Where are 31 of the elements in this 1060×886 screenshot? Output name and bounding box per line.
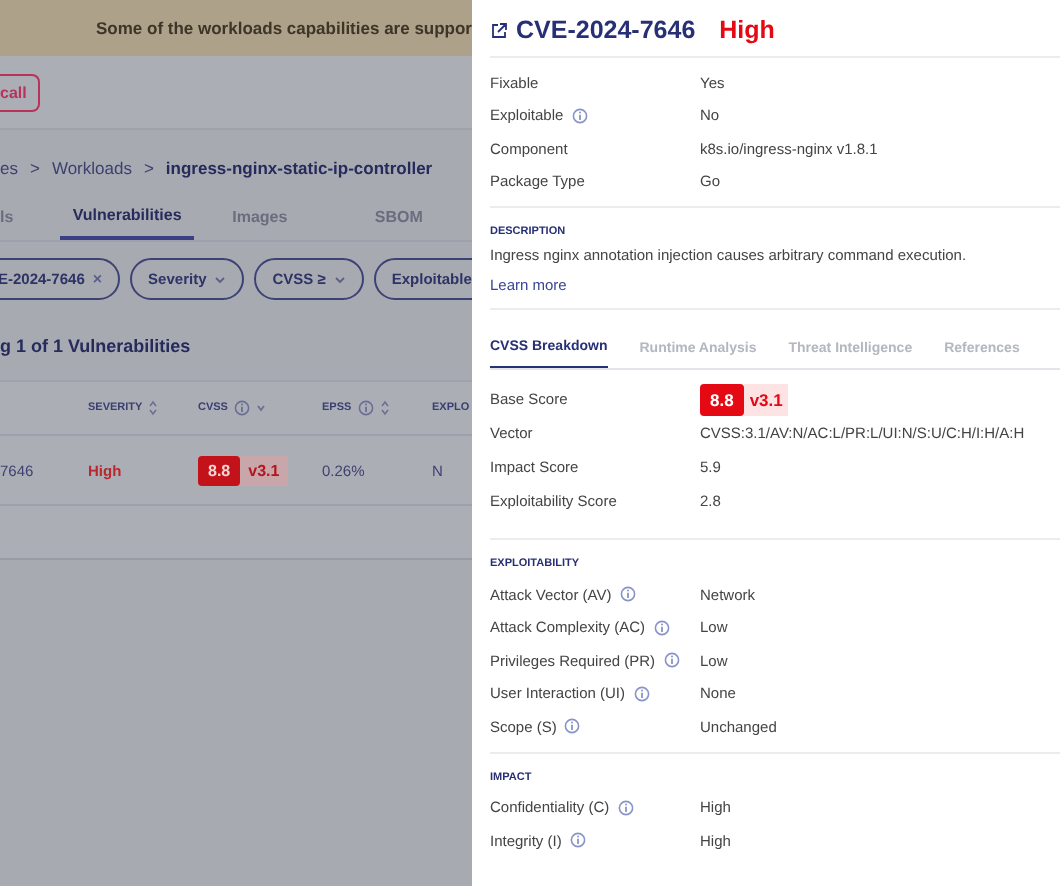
- info-icon[interactable]: [653, 619, 670, 636]
- sort-icon[interactable]: [148, 400, 159, 416]
- info-icon[interactable]: [569, 832, 586, 849]
- sort-icon[interactable]: [379, 400, 390, 416]
- score-badge: 8.8: [700, 383, 744, 415]
- score-badge: 8.8: [198, 455, 241, 485]
- info-icon[interactable]: [233, 400, 250, 416]
- external-link-icon[interactable]: [490, 21, 508, 39]
- sort-down-icon[interactable]: [255, 404, 266, 412]
- breadcrumb-item[interactable]: Workloads: [51, 158, 132, 178]
- action-button[interactable]: call: [0, 73, 41, 111]
- breadcrumb-item: ingress-nginx-static-ip-controller: [165, 158, 433, 178]
- chevron-down-icon: [214, 275, 227, 283]
- severity-label: High: [719, 16, 775, 44]
- breadcrumb-separator: >: [29, 158, 40, 178]
- banner-text: Some of the workloads capabilities are suppor: [96, 18, 472, 38]
- info-icon[interactable]: [564, 718, 581, 735]
- version-badge: v3.1: [743, 383, 789, 415]
- breadcrumb-item[interactable]: es: [0, 158, 18, 178]
- chevron-down-icon: [333, 275, 346, 283]
- page-tab[interactable]: Vulnerabilities: [60, 198, 194, 240]
- info-icon[interactable]: [633, 685, 650, 702]
- info-icon[interactable]: [663, 652, 680, 669]
- info-icon[interactable]: [619, 586, 636, 603]
- info-icon[interactable]: [357, 400, 374, 416]
- results-title: g 1 of 1 Vulnerabilities: [0, 336, 193, 356]
- version-badge: v3.1: [240, 455, 288, 485]
- cve-title[interactable]: CVE-2024-7646: [516, 16, 696, 44]
- breadcrumb-separator: >: [143, 158, 154, 178]
- info-icon[interactable]: [617, 799, 634, 816]
- info-icon[interactable]: [571, 107, 588, 124]
